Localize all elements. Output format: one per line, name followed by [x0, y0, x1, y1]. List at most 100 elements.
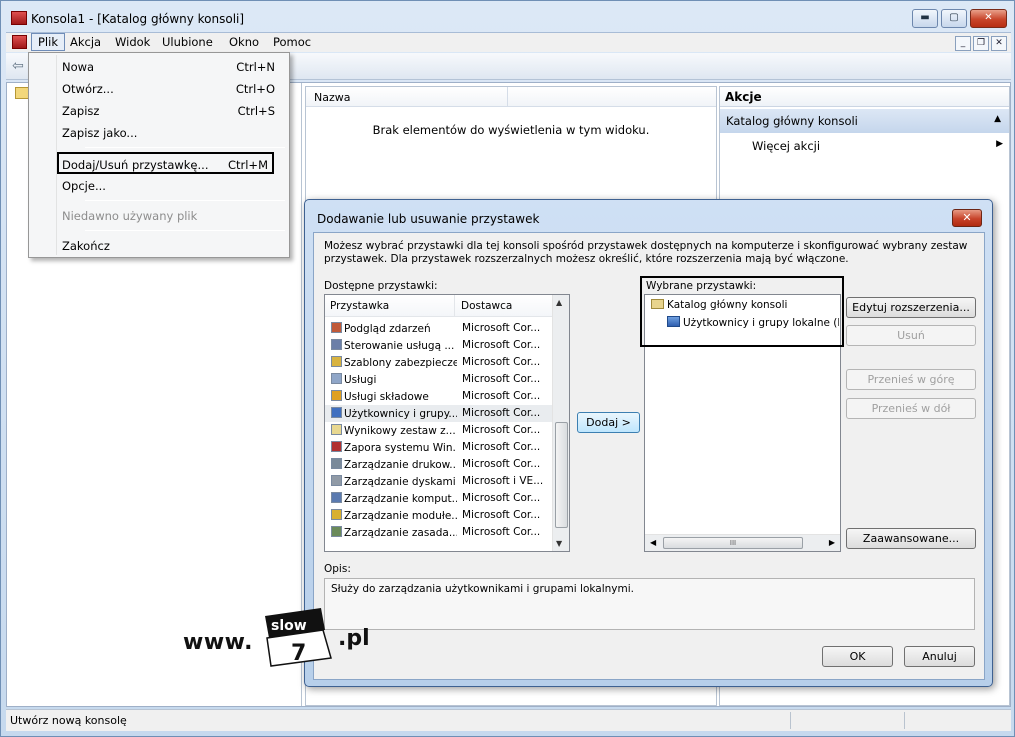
snapin-vendor: Microsoft i VE... [462, 475, 544, 487]
snapin-row[interactable]: Usługi Microsoft Cor... [325, 371, 553, 388]
title-bar[interactable]: Konsola1 - [Katalog główny konsoli] ▬ ▢ … [1, 1, 1014, 31]
snapin-icon [331, 458, 342, 469]
snapin-name-cell: Zarządzanie dyskami [331, 475, 457, 488]
cancel-button[interactable]: Anuluj [904, 646, 975, 667]
menu-item-label: Opcje... [62, 179, 106, 193]
minimize-button[interactable]: ▬ [912, 9, 938, 28]
logo-www: www. [183, 630, 253, 655]
snapin-name: Usługi [344, 374, 377, 386]
more-actions-item[interactable]: Więcej akcji ▶ [720, 133, 1009, 157]
snapin-name-cell: Zarządzanie drukow... [331, 458, 457, 471]
scroll-up-icon[interactable]: ▲ [556, 298, 562, 307]
available-rows: Podgląd zdarzeń Microsoft Cor... Sterowani… [325, 320, 553, 541]
add-remove-snapins-dialog: Dodawanie lub usuwanie przystawek ✕ Może… [304, 199, 993, 687]
menu-item-dodaj-usun-przystawke[interactable]: Dodaj/Usuń przystawkę... Ctrl+M [57, 152, 274, 174]
advanced-button[interactable]: Zaawansowane... [846, 528, 976, 549]
scroll-left-icon[interactable]: ◀ [650, 538, 656, 547]
slow7-watermark-logo: www. slow 7 .pl [183, 608, 383, 668]
menu-plik[interactable]: Plik [31, 33, 65, 51]
submenu-arrow-icon: ▶ [996, 139, 1003, 149]
snapin-row[interactable]: Zarządzanie drukow... Microsoft Cor... [325, 456, 553, 473]
menu-item-label: Zapisz [62, 104, 100, 118]
snapin-row[interactable]: Zarządzanie zasada... Microsoft Cor... [325, 524, 553, 541]
menu-item-nowa[interactable]: Nowa Ctrl+N [55, 56, 287, 78]
ok-button[interactable]: OK [822, 646, 893, 667]
menu-separator [85, 147, 285, 148]
menu-item-zakoncz[interactable]: Zakończ [55, 235, 287, 257]
snapin-name: Zarządzanie zasada... [344, 527, 457, 539]
snapin-name: Użytkownicy i grupy... [344, 408, 457, 420]
snapin-row[interactable]: Podgląd zdarzeń Microsoft Cor... [325, 320, 553, 337]
snapin-vendor: Microsoft Cor... [462, 509, 541, 521]
edit-extensions-button[interactable]: Edytuj rozszerzenia... [846, 297, 976, 318]
snapin-icon [331, 390, 342, 401]
more-actions-label: Więcej akcji [752, 139, 821, 153]
highlight-frame [640, 276, 844, 347]
mdi-restore-button[interactable]: ❐ [973, 36, 989, 51]
snapin-icon [331, 509, 342, 520]
snapin-vendor: Microsoft Cor... [462, 356, 541, 368]
maximize-button[interactable]: ▢ [941, 9, 967, 28]
snapin-name: Zarządzanie drukow... [344, 459, 457, 471]
horizontal-scrollbar[interactable]: ◀ III ▶ [645, 534, 840, 551]
snapin-name: Zarządzanie komput... [344, 493, 457, 505]
main-window: Konsola1 - [Katalog główny konsoli] ▬ ▢ … [0, 0, 1015, 737]
snapin-row[interactable]: Zarządzanie komput... Microsoft Cor... [325, 490, 553, 507]
snapin-name: Podgląd zdarzeń [344, 323, 431, 335]
menu-akcja[interactable]: Akcja [64, 34, 107, 52]
snapin-row[interactable]: Sterowanie usługą ... Microsoft Cor... [325, 337, 553, 354]
close-button[interactable]: ✕ [970, 9, 1007, 28]
document-icon[interactable] [12, 35, 27, 49]
available-snapins-list[interactable]: Przystawka Dostawca Podgląd zdarzeń Micro… [324, 294, 570, 552]
empty-list-message: Brak elementów do wyświetlenia w tym wid… [372, 123, 650, 137]
add-button[interactable]: Dodaj > [577, 412, 640, 433]
snapin-row[interactable]: Zarządzanie dyskami Microsoft i VE... [325, 473, 553, 490]
vertical-scrollbar[interactable]: ▲ ▼ [552, 295, 569, 551]
snapin-name: Zapora systemu Win... [344, 442, 457, 454]
dialog-close-button[interactable]: ✕ [952, 209, 982, 227]
actions-group-root[interactable]: Katalog główny konsoli ▲ [720, 109, 1009, 133]
snapin-name: Usługi składowe [344, 391, 429, 403]
column-przystawka[interactable]: Przystawka [325, 295, 455, 317]
dialog-body: Możesz wybrać przystawki dla tej konsoli… [313, 232, 985, 680]
menu-item-zapisz[interactable]: Zapisz Ctrl+S [55, 100, 287, 122]
actions-header: Akcje [720, 87, 1009, 107]
snapin-name-cell: Usługi [331, 373, 457, 386]
scroll-right-icon[interactable]: ▶ [829, 538, 835, 547]
snapin-row[interactable]: Szablony zabezpieczeń Microsoft Cor... [325, 354, 553, 371]
snapin-row[interactable]: Użytkownicy i grupy... Microsoft Cor... [325, 405, 553, 422]
move-up-button[interactable]: Przenieś w górę [846, 369, 976, 390]
column-dostawca[interactable]: Dostawca [456, 295, 553, 317]
snapin-vendor: Microsoft Cor... [462, 441, 541, 453]
available-snapins-label: Dostępne przystawki: [324, 280, 438, 292]
snapin-row[interactable]: Zapora systemu Win... Microsoft Cor... [325, 439, 553, 456]
snapin-name-cell: Szablony zabezpieczeń [331, 356, 457, 369]
menu-widok[interactable]: Widok [109, 34, 156, 52]
menu-item-zapisz-jako[interactable]: Zapisz jako... [55, 122, 287, 144]
mdi-close-button[interactable]: ✕ [991, 36, 1007, 51]
snapin-row[interactable]: Usługi składowe Microsoft Cor... [325, 388, 553, 405]
scroll-thumb[interactable] [555, 422, 568, 528]
mdi-minimize-button[interactable]: _ [955, 36, 971, 51]
menu-ulubione[interactable]: Ulubione [156, 34, 219, 52]
menu-item-label: Zakończ [62, 239, 110, 253]
snapin-name-cell: Zarządzanie komput... [331, 492, 457, 505]
scroll-thumb[interactable]: III [663, 537, 803, 549]
menu-okno[interactable]: Okno [223, 34, 265, 52]
column-nazwa[interactable]: Nazwa [306, 87, 508, 107]
menu-bar: Plik Akcja Widok Ulubione Okno Pomoc _ ❐ ✕ [6, 32, 1011, 52]
menu-item-opcje[interactable]: Opcje... [55, 175, 287, 197]
collapse-up-icon[interactable]: ▲ [994, 114, 1001, 124]
snapin-row[interactable]: Zarządzanie modułe... Microsoft Cor... [325, 507, 553, 524]
remove-button[interactable]: Usuń [846, 325, 976, 346]
snapin-name-cell: Wynikowy zestaw z... [331, 424, 457, 437]
console-app-icon[interactable] [11, 11, 27, 25]
snapin-name: Zarządzanie modułe... [344, 510, 457, 522]
back-arrow-icon[interactable]: ⇦ [12, 58, 28, 74]
menu-pomoc[interactable]: Pomoc [267, 34, 317, 52]
snapin-row[interactable]: Wynikowy zestaw z... Microsoft Cor... [325, 422, 553, 439]
menu-separator [85, 200, 285, 201]
menu-item-otworz[interactable]: Otwórz... Ctrl+O [55, 78, 287, 100]
scroll-down-icon[interactable]: ▼ [556, 539, 562, 548]
move-down-button[interactable]: Przenieś w dół [846, 398, 976, 419]
